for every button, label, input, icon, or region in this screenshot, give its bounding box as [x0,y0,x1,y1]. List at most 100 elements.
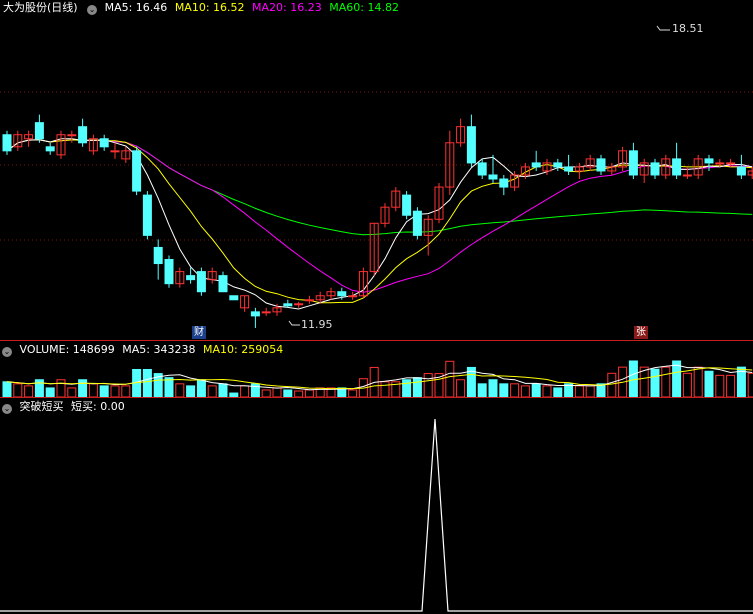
candle-body [499,178,509,188]
indicator-name: 突破短买 [19,400,64,413]
candle-body [34,122,44,140]
candle-body [45,146,55,152]
indicator-chart-canvas[interactable] [0,399,753,614]
volume-bar [186,385,196,397]
candle-body [726,162,736,165]
volume-bar [67,387,77,397]
candle-body [628,150,638,176]
volume-bar [13,383,23,397]
volume-bar [747,372,753,397]
candle-body [250,311,260,317]
price-chart-panel[interactable]: 大为股份(日线) ⌄ MA5: 16.46 MA10: 16.52 MA20: … [0,0,753,340]
low-price-label: 11.95 [301,318,333,331]
volume-bar [412,377,422,397]
volume-bar [499,383,509,397]
volume-bar [348,389,358,397]
event-badge-zhang[interactable]: 张 [634,326,648,339]
volume-bar [531,383,541,397]
ma5-label: MA5: 16.46 [104,1,168,14]
candle-body [704,158,714,164]
volume-bar [261,389,271,397]
candle-body [412,210,422,236]
price-chart-canvas[interactable] [0,0,753,340]
volume-bar [402,379,412,397]
volume-bar [574,385,584,397]
candle-body [153,246,163,265]
low-marker [288,320,300,326]
event-badge-cai[interactable]: 财 [192,326,206,339]
candle-body [348,295,358,298]
volume-bar [607,372,617,397]
volume-bar [175,383,185,397]
candle-body [531,162,541,168]
panel-divider [0,397,753,398]
volume-bar [196,379,206,397]
candle-body [650,162,660,176]
candle-body [164,259,174,285]
candle-body [564,166,574,172]
volume-bar [380,381,390,397]
collapse-icon[interactable]: ⌄ [2,404,12,414]
volume-bar [272,387,282,397]
candle-body [715,162,725,165]
candle-body [67,134,77,137]
volume-bar [2,381,12,397]
stock-title: 大为股份(日线) [3,1,78,14]
volume-bar [218,383,228,397]
volume-bar [45,387,55,397]
volume-label: VOLUME: 148699 [19,343,115,356]
candle-body [294,303,304,306]
volume-bar [553,387,563,397]
volume-bar [110,385,120,397]
candle-body [596,158,606,172]
volume-bar [88,383,98,397]
candle-body [78,126,88,144]
candle-body [488,174,498,180]
high-marker [656,25,670,31]
candle-body [304,299,314,302]
volume-bar [661,366,671,397]
candle-body [142,194,152,236]
candle-body [229,295,239,301]
candle-body [337,291,347,297]
volume-bar [693,366,703,397]
indicator-panel[interactable]: ⌄ 突破短买 短买: 0.00 [0,399,753,614]
volume-bar [704,370,714,397]
volume-bar [542,385,552,397]
volume-bar [142,368,152,397]
panel-divider [0,340,753,341]
candle-body [196,271,206,293]
volume-bar [726,374,736,397]
candle-body [218,275,228,293]
candle-body [283,303,293,307]
candle-body [186,275,196,281]
volume-bar [240,385,250,397]
volume-bar [456,379,466,397]
indicator-signal-line [0,418,753,612]
indicator-header: ⌄ 突破短买 短买: 0.00 [0,399,129,415]
volume-bar [99,385,109,397]
volume-bar [283,389,293,397]
volume-ma5-label: MA5: 343238 [122,343,196,356]
volume-bar [24,385,34,397]
candle-body [466,126,476,164]
ma60-line [6,139,753,236]
volume-bar [585,385,595,397]
candle-body [402,194,412,216]
volume-bar [445,360,455,397]
volume-bar [682,372,692,397]
volume-ma10-label: MA10: 259054 [202,343,284,356]
candle-body [477,162,487,176]
volume-panel[interactable]: ⌄ VOLUME: 148699 MA5: 343238 MA10: 25905… [0,342,753,397]
volume-bar [650,368,660,397]
candle-body [672,158,682,176]
collapse-icon[interactable]: ⌄ [87,5,98,15]
volume-bar [207,385,217,397]
volume-bar [488,379,498,397]
collapse-icon[interactable]: ⌄ [2,347,12,357]
volume-bar [78,379,88,397]
volume-bar [423,373,433,397]
candle-body [2,134,12,152]
candle-body [99,138,109,148]
volume-bar [672,360,682,397]
